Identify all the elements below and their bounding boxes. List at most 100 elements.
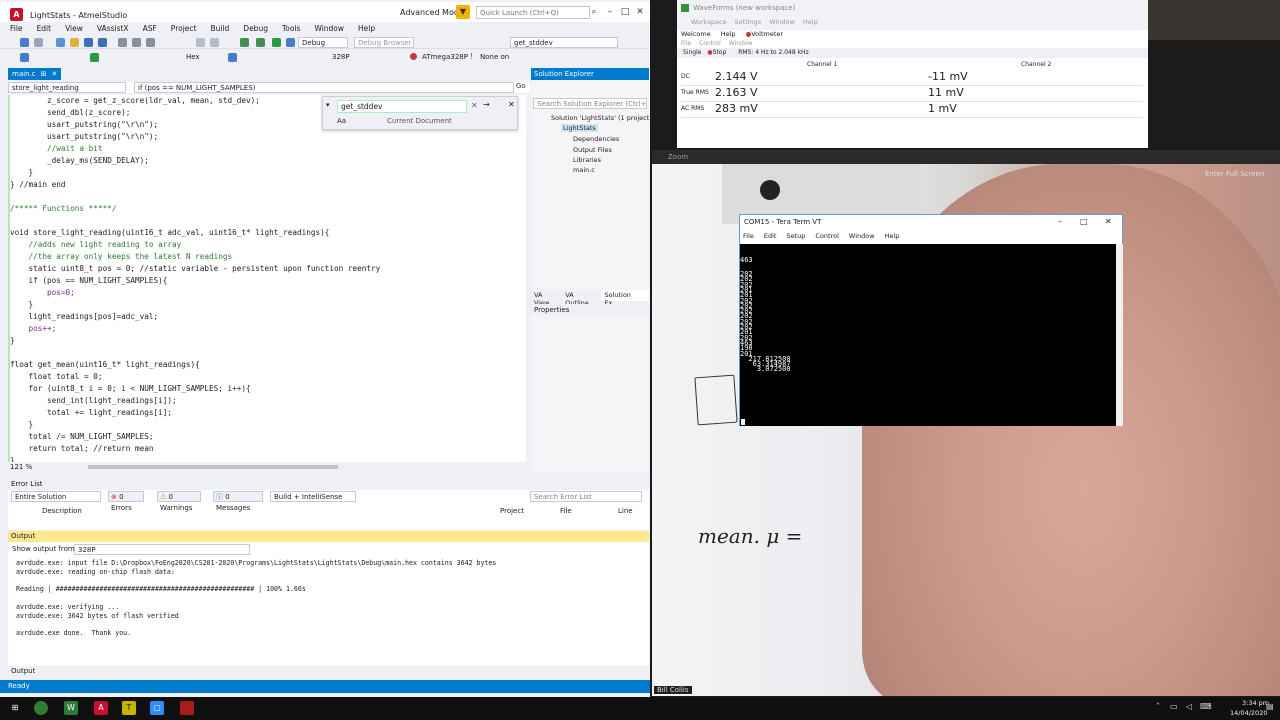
find-next-icon[interactable]: → (483, 100, 490, 109)
error-search-input[interactable]: Search Error List (530, 491, 642, 502)
network-icon[interactable]: ▭ (1170, 702, 1178, 711)
device-size-label[interactable]: 328P (332, 53, 350, 61)
menu-workspace[interactable]: Workspace (691, 18, 727, 26)
tab-main-c[interactable]: main.c ⊞ ✕ (8, 68, 62, 80)
teraterm-app-icon[interactable]: T (122, 701, 136, 715)
menu-view[interactable]: View (65, 24, 83, 33)
menu-settings[interactable]: Settings (735, 18, 762, 26)
other-app-icon[interactable] (180, 701, 194, 715)
save-all-icon[interactable] (98, 38, 107, 47)
expand-replace-icon[interactable]: ▾ (326, 101, 330, 109)
errors-filter-button[interactable]: ⊗ 0 Errors (108, 491, 144, 512)
configuration-select[interactable]: Debug (298, 37, 348, 48)
tree-item[interactable]: Dependencies (573, 135, 619, 143)
close-icon[interactable]: ✕ (632, 6, 648, 18)
notifications-icon[interactable]: ▤ (1266, 702, 1274, 711)
rebuild-icon[interactable] (256, 38, 265, 47)
function-search-select[interactable]: get_stddev (510, 37, 618, 48)
quick-launch-input[interactable]: Quick Launch (Ctrl+Q) (476, 6, 590, 19)
new-project-icon[interactable] (56, 38, 65, 47)
menu-file[interactable]: File (743, 232, 754, 240)
menu-project[interactable]: Project (171, 24, 197, 33)
build-icon[interactable] (240, 38, 249, 47)
tab-welcome[interactable]: Welcome (681, 30, 711, 38)
undo-icon[interactable] (196, 38, 205, 47)
windows-start-icon[interactable]: ⊞ (8, 701, 22, 715)
waveforms-app-icon[interactable]: W (64, 701, 78, 715)
col-line[interactable]: Line (618, 507, 633, 515)
menu-debug[interactable]: Debug (243, 24, 268, 33)
continue-icon[interactable] (90, 53, 99, 62)
pin-icon[interactable]: ⊞ (41, 68, 47, 80)
cut-icon[interactable] (118, 38, 127, 47)
menu-window[interactable]: Window (314, 24, 344, 33)
single-button[interactable]: Single (683, 49, 701, 56)
memory-icon[interactable] (228, 53, 237, 62)
open-icon[interactable] (70, 38, 79, 47)
stop-button[interactable]: Stop (713, 49, 727, 56)
error-scope-select[interactable]: Entire Solution (11, 491, 101, 502)
output-source-select[interactable]: 328P (74, 544, 250, 555)
match-case-icon[interactable]: Aa (337, 117, 346, 125)
back-icon[interactable] (20, 38, 29, 47)
menu-help[interactable]: Help (885, 232, 900, 240)
solution-search-input[interactable]: Search Solution Explorer (Ctrl+;) (533, 98, 647, 109)
maximize-icon[interactable]: □ (617, 6, 633, 18)
menu-file[interactable]: File (681, 40, 691, 47)
tab-help[interactable]: Help (721, 30, 736, 38)
tab-solution-explorer[interactable]: Solution Ex... (601, 290, 649, 307)
menu-control[interactable]: Control (815, 232, 839, 240)
menu-window[interactable]: Window (849, 232, 875, 240)
horizontal-scrollbar[interactable] (88, 465, 338, 469)
volume-icon[interactable]: ◁ (1186, 702, 1192, 711)
close-find-icon[interactable]: ✕ (508, 100, 515, 109)
menu-setup[interactable]: Setup (786, 232, 805, 240)
tab-close-icon[interactable]: ✕ (51, 68, 57, 80)
menu-tools[interactable]: Tools (282, 24, 300, 33)
messages-filter-button[interactable]: ⓘ 0 Messages (213, 491, 263, 512)
tree-project[interactable]: LightStats (561, 124, 598, 132)
tree-item[interactable]: Output Files (573, 146, 612, 154)
tab-va-view[interactable]: VA View (531, 290, 562, 307)
tray-chevron-icon[interactable]: ˄ (1156, 702, 1160, 711)
hex-toggle[interactable]: Hex (186, 53, 200, 61)
terminal-scrollbar[interactable] (1116, 244, 1123, 426)
keyboard-icon[interactable]: ⌨ (1200, 702, 1212, 711)
menu-help[interactable]: Help (803, 18, 818, 26)
go-button[interactable]: Go (516, 82, 526, 90)
copy-icon[interactable] (132, 38, 141, 47)
scope-select[interactable]: store_light_reading (8, 82, 126, 93)
save-icon[interactable] (84, 38, 93, 47)
tree-item[interactable]: main.c (573, 166, 595, 174)
find-scope-label[interactable]: Current Document (387, 117, 452, 125)
menu-window[interactable]: Window (769, 18, 795, 26)
zoom-level[interactable]: 121 % (10, 463, 32, 471)
zoom-app-icon[interactable]: ▢ (150, 701, 164, 715)
tool-label[interactable]: None on (480, 53, 509, 61)
menu-edit[interactable]: Edit (764, 232, 777, 240)
maximize-icon[interactable]: □ (1080, 217, 1088, 226)
find-input[interactable]: get_stddev (337, 100, 467, 113)
device-label[interactable]: ATmega328P (422, 53, 468, 61)
minimize-icon[interactable]: – (602, 6, 618, 18)
forward-icon[interactable] (34, 38, 43, 47)
paste-icon[interactable] (146, 38, 155, 47)
warnings-filter-button[interactable]: ⚠ 0 Warnings (157, 491, 201, 512)
filter-icon[interactable]: ▼ (456, 5, 470, 19)
menu-asf[interactable]: ASF (143, 24, 157, 33)
code-editor[interactable]: z_score = get_z_score(ldr_val, mean, std… (8, 95, 526, 465)
build-filter-select[interactable]: Build + IntelliSense (270, 491, 356, 502)
start-without-debug-icon[interactable] (286, 38, 295, 47)
col-description[interactable]: Description (42, 507, 82, 515)
menu-help[interactable]: Help (358, 24, 375, 33)
minimize-icon[interactable]: – (1058, 217, 1062, 226)
close-icon[interactable]: ✕ (1105, 217, 1112, 226)
menu-file[interactable]: File (10, 24, 23, 33)
advanced-mode-label[interactable]: Advanced Mode (400, 8, 464, 17)
tree-item[interactable]: Libraries (573, 156, 601, 164)
redo-icon[interactable] (210, 38, 219, 47)
col-project[interactable]: Project (500, 507, 524, 515)
search-icon[interactable]: ⌕ (586, 6, 602, 18)
col-file[interactable]: File (560, 507, 572, 515)
menu-edit[interactable]: Edit (37, 24, 52, 33)
